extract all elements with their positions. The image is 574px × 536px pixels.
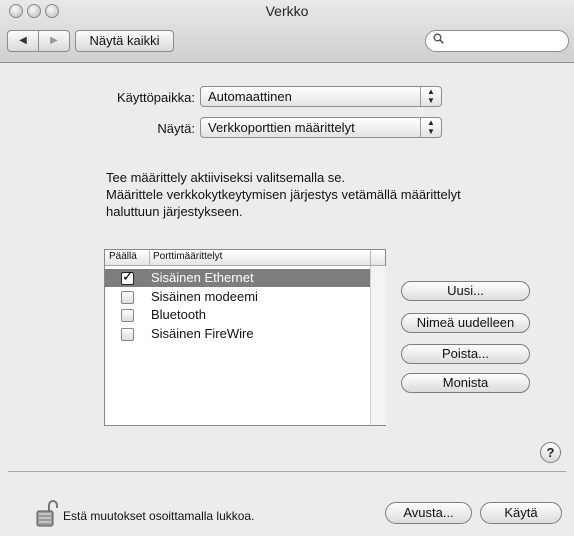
port-name: Sisäinen modeemi [151, 289, 258, 304]
unlocked-padlock-icon[interactable] [36, 500, 58, 528]
lock-message: Estä muutokset osoittamalla lukkoa. [63, 509, 255, 523]
enable-checkbox[interactable]: ✓ [121, 268, 134, 285]
search-field[interactable] [425, 30, 569, 52]
popup-arrows-icon: ▲ ▼ [420, 87, 441, 106]
enable-checkbox[interactable] [121, 309, 134, 322]
port-configurations-list[interactable]: Päällä Porttimäärittelyt ✓ Sisäinen Ethe… [104, 249, 386, 426]
show-popup[interactable]: Verkkoporttien määrittelyt ▲ ▼ [200, 117, 442, 138]
location-value: Automaattinen [208, 89, 292, 104]
show-value: Verkkoporttien määrittelyt [208, 120, 355, 135]
list-item[interactable]: Bluetooth [105, 306, 370, 324]
show-all-button[interactable]: Näytä kaikki [75, 30, 174, 52]
enable-checkbox[interactable] [121, 291, 134, 304]
checkmark-icon: ✓ [122, 268, 134, 284]
port-name: Bluetooth [151, 307, 206, 322]
instruction-line: haluttuun järjestykseen. [106, 204, 243, 219]
new-button[interactable]: Uusi... [401, 281, 530, 301]
assist-button[interactable]: Avusta... [385, 502, 472, 524]
location-popup[interactable]: Automaattinen ▲ ▼ [200, 86, 442, 107]
rename-button[interactable]: Nimeä uudelleen [401, 313, 530, 333]
apply-button[interactable]: Käytä [480, 502, 562, 524]
popup-arrows-icon: ▲ ▼ [420, 118, 441, 137]
list-item[interactable]: Sisäinen FireWire [105, 325, 370, 343]
column-separator [370, 250, 371, 265]
search-input[interactable] [448, 33, 562, 49]
instruction-line: Tee määrittely aktiiviseksi valitsemalla… [106, 170, 346, 185]
location-label: Käyttöpaikka: [116, 90, 195, 105]
port-name: Sisäinen FireWire [151, 326, 254, 341]
title-bar: Verkko ◀ ▶ Näytä kaikki [0, 0, 574, 63]
column-header-on[interactable]: Päällä [109, 251, 137, 262]
list-item[interactable]: Sisäinen modeemi [105, 288, 370, 306]
port-name: Sisäinen Ethernet [151, 270, 254, 285]
window-title: Verkko [265, 3, 309, 19]
footer-divider [8, 471, 566, 472]
instruction-line: Määrittele verkkokytkeytymisen järjestys… [106, 187, 461, 202]
forward-arrow-icon[interactable]: ▶ [39, 31, 69, 51]
column-header-config[interactable]: Porttimäärittelyt [153, 251, 222, 262]
column-separator [149, 250, 150, 265]
list-scrollbar[interactable] [370, 266, 386, 425]
instruction-text: Tee määrittely aktiiviseksi valitsemalla… [106, 169, 526, 220]
back-arrow-icon[interactable]: ◀ [8, 31, 38, 51]
preferences-window: Verkko ◀ ▶ Näytä kaikki Käyttöpaikka: Au… [0, 0, 574, 536]
help-button[interactable]: ? [540, 442, 561, 463]
list-header: Päällä Porttimäärittelyt [105, 250, 385, 266]
delete-button[interactable]: Poista... [401, 344, 530, 364]
search-icon [433, 33, 444, 47]
list-item[interactable]: ✓ Sisäinen Ethernet [105, 268, 370, 287]
duplicate-button[interactable]: Monista [401, 373, 530, 393]
nav-button-group: ◀ ▶ [7, 30, 70, 52]
enable-checkbox[interactable] [121, 328, 134, 341]
show-label: Näytä: [157, 121, 195, 136]
